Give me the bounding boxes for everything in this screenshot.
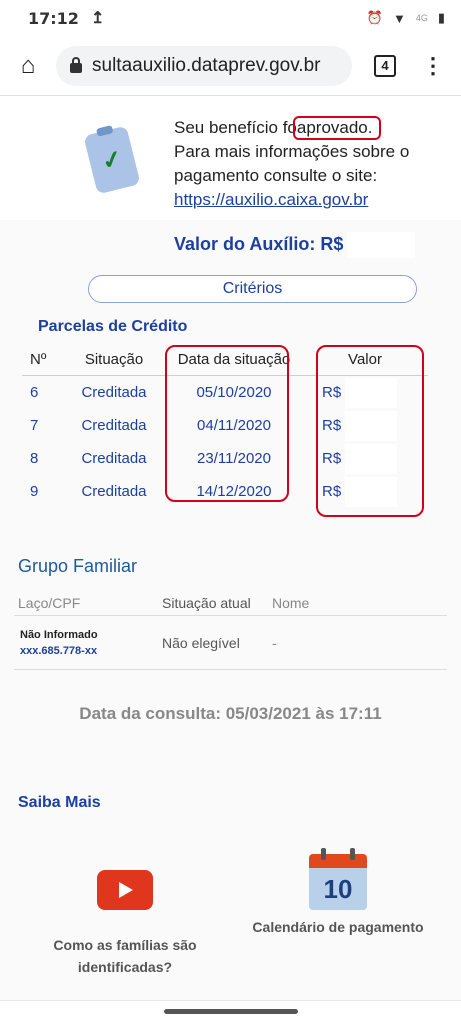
cell-situacao: Creditada bbox=[81, 483, 147, 500]
upload-icon: ↥ bbox=[90, 10, 105, 27]
network-type: 4G bbox=[415, 13, 428, 23]
table-header: Laço/CPF Situação atual Nome bbox=[14, 590, 447, 616]
approval-text-info: Para mais informações sobre o pagamento … bbox=[174, 142, 410, 185]
cell-situacao-atual: Não elegível bbox=[162, 634, 240, 651]
grupo-familiar-title: Grupo Familiar bbox=[18, 556, 138, 576]
caixa-link[interactable]: https://auxilio.caixa.gov.br bbox=[174, 190, 368, 209]
col-header-situacao-atual: Situação atual bbox=[162, 594, 251, 611]
criterios-button[interactable]: Critérios bbox=[88, 275, 417, 303]
annotation-box-valor bbox=[316, 345, 424, 517]
status-icons: ⏰ ▼ 4G ▮ bbox=[367, 10, 445, 26]
cell-numero: 9 bbox=[30, 483, 39, 500]
main-content: Valor do Auxílio: R$ Critérios Parcelas … bbox=[0, 220, 461, 1000]
familias-label: Como as famílias são identificadas? bbox=[53, 937, 197, 975]
cell-situacao: Creditada bbox=[81, 384, 147, 401]
overflow-menu-icon[interactable]: ⋮ bbox=[422, 54, 444, 77]
calendario-card[interactable]: 10 Calendário de pagamento bbox=[238, 848, 438, 938]
valor-label: Valor do Auxílio: R$ bbox=[174, 233, 344, 254]
calendar-header bbox=[309, 848, 367, 868]
grupo-familiar-table: Laço/CPF Situação atual Nome Não Informa… bbox=[14, 590, 447, 670]
battery-icon: ▮ bbox=[437, 10, 445, 25]
redacted-amount bbox=[347, 232, 416, 258]
cell-nome: - bbox=[272, 634, 277, 651]
browser-toolbar: ⌂ sultaauxilio.dataprev.gov.br 4 ⋮ bbox=[0, 36, 461, 96]
saiba-mais-title: Saiba Mais bbox=[18, 794, 101, 811]
parcelas-title: Parcelas de Crédito bbox=[38, 318, 188, 335]
calendar-day: 10 bbox=[309, 868, 367, 910]
cell-numero: 8 bbox=[30, 450, 39, 467]
approved-highlight: aprovado. bbox=[292, 116, 381, 140]
cell-numero: 7 bbox=[30, 417, 39, 434]
col-header-nome: Nome bbox=[272, 594, 310, 611]
cell-laco-cpf: Não Informado xxx.685.778-xx bbox=[14, 629, 162, 657]
check-icon: ✓ bbox=[99, 144, 126, 177]
approval-text-prefix: Seu benefício fo bbox=[174, 118, 297, 137]
familias-card[interactable]: Como as famílias são identificadas? bbox=[25, 870, 225, 978]
address-bar[interactable]: sultaauxilio.dataprev.gov.br bbox=[56, 45, 352, 86]
cell-situacao: Creditada bbox=[81, 450, 147, 467]
valor-auxilio: Valor do Auxílio: R$ bbox=[174, 232, 416, 258]
tab-switcher-button[interactable]: 4 bbox=[374, 54, 396, 77]
cell-situacao: Creditada bbox=[81, 417, 147, 434]
approval-text: Seu benefício foaprovado. Para mais info… bbox=[174, 116, 454, 212]
home-gesture-handle[interactable] bbox=[163, 1009, 298, 1014]
cpf-text: xxx.685.778-xx bbox=[20, 644, 98, 657]
youtube-play-icon bbox=[97, 870, 153, 910]
annotation-box-data bbox=[165, 345, 289, 502]
laco-text: Não Informado bbox=[20, 628, 98, 641]
table-row: Não Informado xxx.685.778-xx Não elegíve… bbox=[14, 616, 447, 670]
wifi-icon: ▼ bbox=[392, 10, 406, 26]
cell-numero: 6 bbox=[30, 384, 39, 401]
url-text: sultaauxilio.dataprev.gov.br bbox=[92, 54, 321, 76]
clock: 17:12 bbox=[28, 8, 79, 28]
alarm-icon: ⏰ bbox=[366, 10, 383, 25]
gesture-navbar bbox=[0, 1000, 461, 1024]
calendario-label: Calendário de pagamento bbox=[252, 919, 424, 935]
status-bar: 17:12 ↥ ⏰ ▼ 4G ▮ bbox=[0, 0, 461, 36]
col-header-laco: Laço/CPF bbox=[18, 594, 81, 611]
col-header-numero: Nº bbox=[30, 351, 47, 368]
calendar-icon: 10 bbox=[309, 848, 367, 910]
lock-icon bbox=[70, 56, 82, 73]
data-consulta: Data da consulta: 05/03/2021 às 17:11 bbox=[79, 704, 382, 723]
approval-message: ✓ Seu benefício foaprovado. Para mais in… bbox=[0, 100, 461, 220]
home-icon[interactable]: ⌂ bbox=[0, 52, 56, 80]
clipboard-check-icon: ✓ bbox=[83, 125, 141, 195]
col-header-situacao: Situação bbox=[84, 351, 144, 368]
